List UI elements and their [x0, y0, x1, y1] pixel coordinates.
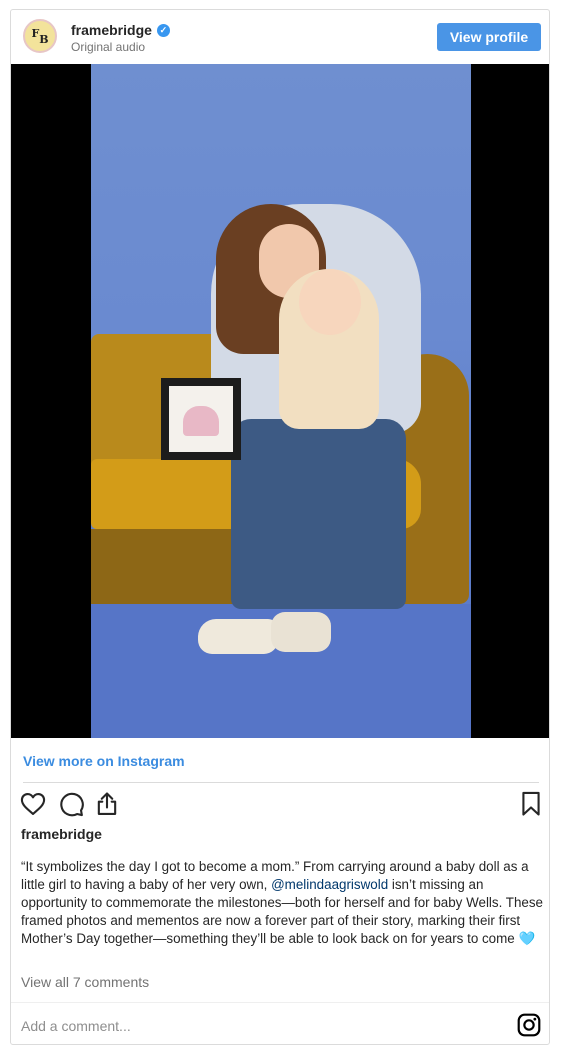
audio-label[interactable]: Original audio: [71, 40, 170, 54]
verified-badge-icon: ✓: [156, 23, 170, 37]
caption-username[interactable]: framebridge: [21, 826, 102, 842]
avatar-letter-f: F: [31, 26, 40, 40]
baby-hat: [183, 406, 219, 436]
avatar[interactable]: F B: [23, 19, 57, 53]
comment-divider: [11, 1002, 549, 1003]
bookmark-icon[interactable]: [517, 790, 545, 818]
instagram-icon[interactable]: [516, 1012, 542, 1038]
view-more-on-instagram-link[interactable]: View more on Instagram: [23, 753, 185, 769]
sneaker-right: [271, 612, 331, 652]
post-caption: “It symbolizes the day I got to become a…: [21, 858, 545, 948]
view-all-comments-link[interactable]: View all 7 comments: [21, 974, 149, 990]
baby-head: [299, 269, 361, 335]
post-photo: [91, 64, 471, 738]
view-profile-button[interactable]: View profile: [437, 23, 541, 51]
username[interactable]: framebridge: [71, 22, 152, 38]
user-info: framebridge ✓ Original audio: [71, 22, 170, 54]
shadow-box-frame: [161, 378, 241, 460]
post-media[interactable]: [11, 64, 549, 738]
post-header: F B framebridge ✓ Original audio View pr…: [11, 10, 549, 65]
light-blue-heart-emoji: 🩵: [518, 931, 536, 946]
comment-icon[interactable]: [57, 790, 85, 818]
mother-jeans: [231, 419, 406, 609]
share-icon[interactable]: [93, 790, 121, 818]
frame-mat: [169, 386, 233, 452]
add-comment-input[interactable]: [21, 1015, 491, 1037]
divider: [23, 782, 539, 783]
avatar-letter-b: B: [39, 32, 49, 46]
username-row: framebridge ✓: [71, 22, 170, 38]
instagram-embed-card: F B framebridge ✓ Original audio View pr…: [10, 9, 550, 1045]
sneaker-left: [198, 619, 278, 654]
action-bar: [19, 790, 545, 820]
caption-mention-link[interactable]: @melindaagriswold: [271, 877, 388, 892]
heart-icon[interactable]: [19, 790, 47, 818]
